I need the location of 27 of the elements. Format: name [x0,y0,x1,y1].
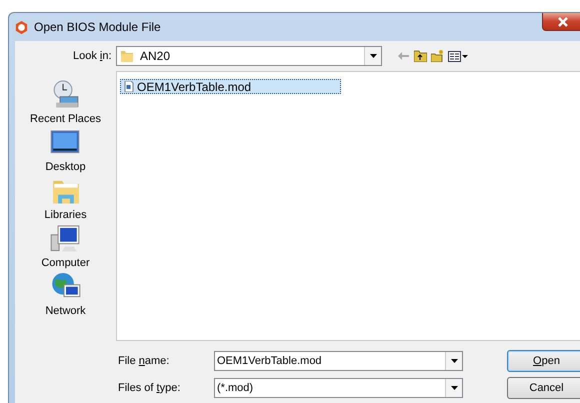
file-icon [124,81,134,92]
file-type-label: Files of type: [118,380,182,396]
place-item[interactable]: Desktop [45,127,86,175]
file-type-value: (*.mod) [216,380,254,396]
look-in-value: AN20 [140,48,170,65]
place-item[interactable]: Recent Places [30,79,101,127]
look-in-label: Look in: [73,48,113,64]
new-folder-icon[interactable] [431,50,444,62]
file-name-field[interactable]: OEM1VerbTable.mod [214,351,463,371]
file-item[interactable]: OEM1VerbTable.mod [120,79,341,94]
folder-icon [120,49,134,63]
look-in-dropdown[interactable]: AN20 [116,46,382,66]
close-icon [557,16,569,26]
close-button[interactable] [542,13,580,31]
place-item[interactable]: Computer [41,223,90,271]
open-button[interactable]: Open [507,350,580,372]
cancel-button[interactable]: Cancel [507,377,580,399]
file-name-label: File name: [118,354,170,369]
view-menu-icon[interactable] [448,50,468,62]
window-title: Open BIOS Module File [34,19,161,36]
file-name-value: OEM1VerbTable.mod [216,354,322,369]
file-type-dropdown[interactable]: (*.mod) [214,378,463,398]
monitor-icon [49,223,82,254]
app-icon [14,20,29,34]
place-item[interactable]: Network [45,271,86,319]
place-item[interactable]: Libraries [44,175,87,223]
up-folder-icon[interactable] [414,50,427,62]
